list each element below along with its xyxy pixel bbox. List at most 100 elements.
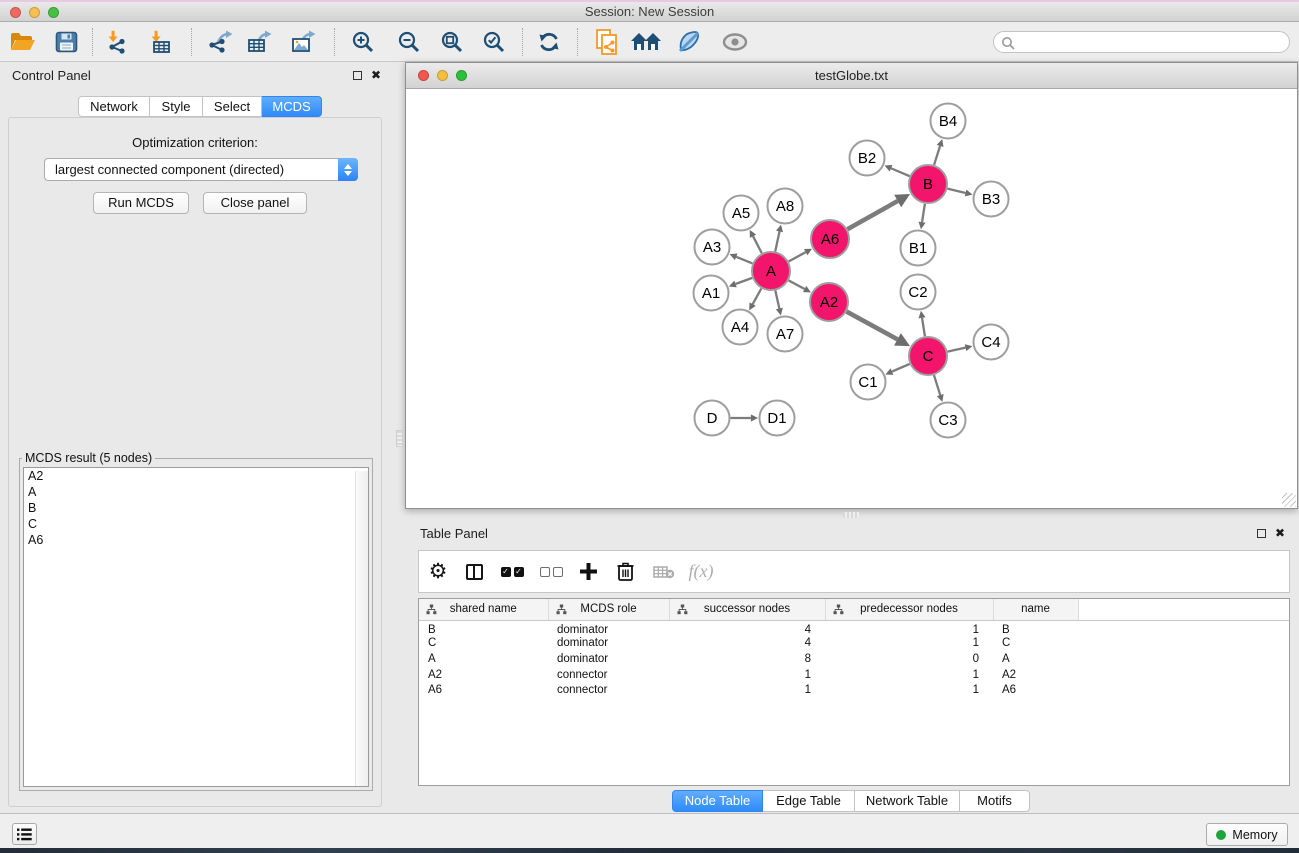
zoom-window-button[interactable] [48,7,59,18]
delete-column-icon[interactable] [612,551,638,592]
graph-node-D[interactable]: D [695,401,730,436]
hide-graphics-details-icon[interactable] [672,26,706,58]
graph-node-C3[interactable]: C3 [931,403,966,438]
table-row[interactable]: Bdominator41B [419,620,1289,636]
table-row[interactable]: A2connector11A2 [419,667,1289,683]
zoom-network-window-button[interactable] [456,70,467,81]
graph-node-A3[interactable]: A3 [695,230,730,265]
close-network-window-button[interactable] [418,70,429,81]
graph-edge-B-B1[interactable] [919,204,926,229]
graph-node-B4[interactable]: B4 [931,104,966,139]
zoom-selected-icon[interactable] [477,26,511,58]
graph-node-B1[interactable]: B1 [901,231,936,266]
open-session-icon[interactable] [5,26,39,58]
horizontal-split-divider[interactable] [843,512,859,518]
export-image-icon[interactable] [286,26,320,58]
graph-edge-B-B4[interactable] [934,139,943,165]
deselect-all-columns-icon[interactable] [538,551,564,592]
graph-node-C2[interactable]: C2 [901,275,936,310]
table-row[interactable]: Adominator80A [419,651,1289,667]
column-header-shared-name[interactable]: shared name [419,599,548,620]
graph-node-B2[interactable]: B2 [850,141,885,176]
graph-edge-C-C3[interactable] [934,375,944,402]
new-network-from-file-icon[interactable] [590,26,624,58]
graph-node-A7[interactable]: A7 [768,317,803,352]
tab-style[interactable]: Style [150,96,203,117]
table-header-row[interactable]: shared nameMCDS rolesuccessor nodesprede… [419,599,1289,620]
vertical-split-divider[interactable] [396,430,403,447]
show-graphics-details-icon[interactable] [718,26,752,58]
run-mcds-button[interactable]: Run MCDS [93,192,189,214]
show-columns-icon[interactable] [461,551,487,592]
graph-node-C4[interactable]: C4 [974,325,1009,360]
close-panel-button[interactable]: Close panel [203,192,307,214]
tab-select[interactable]: Select [203,96,262,117]
memory-button[interactable]: Memory [1206,823,1288,846]
tab-network-table[interactable]: Network Table [855,790,960,812]
zoom-out-icon[interactable] [392,26,426,58]
tab-mcds[interactable]: MCDS [262,96,322,117]
minimize-window-button[interactable] [29,7,40,18]
graph-edge-A-A7[interactable] [775,291,782,316]
mcds-result-item[interactable]: A [24,484,368,500]
graph-edge-A6-B[interactable] [847,194,910,229]
table-row[interactable]: A6connector11A6 [419,682,1289,698]
settings-gear-icon[interactable]: ⚙ [425,551,451,592]
export-network-icon[interactable] [203,26,237,58]
graph-edge-A2-C[interactable] [847,312,910,347]
tab-motifs[interactable]: Motifs [960,790,1030,812]
select-all-columns-icon[interactable]: ✓✓ [499,551,525,592]
graph-node-B[interactable]: B [909,165,947,203]
mcds-result-item[interactable]: A6 [24,532,368,548]
close-panel-icon[interactable]: ✖ [371,70,381,80]
graph-node-A6[interactable]: A6 [811,220,849,258]
graph-node-B3[interactable]: B3 [974,182,1009,217]
import-table-icon[interactable] [143,26,177,58]
graph-edge-A-A1[interactable] [729,278,752,287]
zoom-in-icon[interactable] [346,26,380,58]
search-input[interactable] [1020,33,1282,51]
column-header-successor-nodes[interactable]: successor nodes [669,599,825,620]
float-panel-icon[interactable] [353,71,362,80]
network-graph[interactable]: AA1A2A3A4A5A6A7A8BB1B2B3B4CC1C2C3C4DD1 [406,89,1297,508]
window-resize-grip[interactable] [1282,493,1296,507]
column-header-name[interactable]: name [993,599,1078,620]
graph-node-A1[interactable]: A1 [694,276,729,311]
home-view-icon[interactable] [629,26,663,58]
graph-node-A4[interactable]: A4 [723,310,758,345]
graph-node-D1[interactable]: D1 [760,401,795,436]
optimization-criterion-dropdown[interactable]: largest connected component (directed) [44,158,358,181]
graph-edge-D-D1[interactable] [731,414,759,421]
minimize-network-window-button[interactable] [437,70,448,81]
graph-edge-A-A6[interactable] [789,249,812,262]
graph-edge-A-A2[interactable] [789,280,811,292]
graph-edge-A-A4[interactable] [749,288,761,310]
graph-node-A2[interactable]: A2 [810,283,848,321]
graph-node-A8[interactable]: A8 [768,189,803,224]
column-header-predecessor-nodes[interactable]: predecessor nodes [825,599,993,620]
graph-edge-B-B2[interactable] [884,165,909,176]
close-window-button[interactable] [10,7,21,18]
column-header-mcds-role[interactable]: MCDS role [548,599,669,620]
float-table-panel-icon[interactable] [1257,529,1266,538]
import-network-icon[interactable] [100,26,134,58]
network-window-titlebar[interactable]: testGlobe.txt [406,63,1297,89]
close-table-panel-icon[interactable]: ✖ [1275,528,1285,538]
tab-network[interactable]: Network [78,96,150,117]
tab-node-table[interactable]: Node Table [672,790,763,812]
graph-edge-A-A5[interactable] [750,230,762,253]
graph-edge-C-C1[interactable] [885,364,909,375]
graph-node-A5[interactable]: A5 [724,196,759,231]
graph-node-A[interactable]: A [752,252,790,290]
tab-edge-table[interactable]: Edge Table [763,790,855,812]
add-column-icon[interactable] [575,551,601,592]
mcds-result-item[interactable]: C [24,516,368,532]
refresh-icon[interactable] [532,26,566,58]
graph-edge-A-A3[interactable] [730,254,753,264]
mcds-result-item[interactable]: A2 [24,468,368,484]
graph-edge-A-A8[interactable] [775,225,783,252]
graph-node-C1[interactable]: C1 [851,365,886,400]
save-session-icon[interactable] [49,26,83,58]
mcds-result-scrollbar[interactable] [355,471,368,786]
show-panels-button[interactable] [12,823,37,845]
